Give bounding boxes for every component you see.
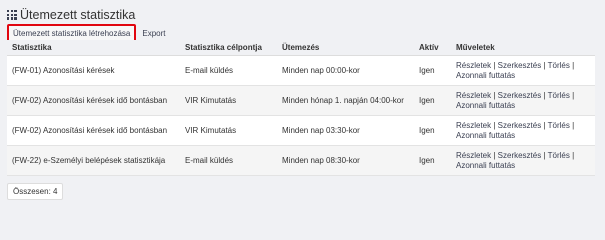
run-now-link[interactable]: Azonnali futtatás xyxy=(456,161,515,170)
total-count: Összesen: 4 xyxy=(7,183,64,200)
column-header-active[interactable]: Aktív xyxy=(414,40,451,56)
cell-schedule: Minden nap 03:30-kor xyxy=(277,115,414,146)
run-now-link[interactable]: Azonnali futtatás xyxy=(456,131,515,140)
cell-schedule: Minden nap 08:30-kor xyxy=(277,145,414,176)
page-title-text: Ütemezett statisztika xyxy=(20,8,136,22)
column-header-statistic[interactable]: Statisztika xyxy=(7,40,180,56)
edit-link[interactable]: Szerkesztés xyxy=(498,121,542,130)
delete-link[interactable]: Törlés xyxy=(548,61,570,70)
separator: | xyxy=(569,150,575,160)
edit-link[interactable]: Szerkesztés xyxy=(498,151,542,160)
cell-schedule: Minden hónap 1. napján 04:00-kor xyxy=(277,85,414,116)
cell-target: VIR Kimutatás xyxy=(180,85,277,116)
delete-link[interactable]: Törlés xyxy=(548,91,570,100)
column-header-target[interactable]: Statisztika célpontja xyxy=(180,40,277,56)
table-row: (FW-02) Azonosítási kérések idő bontásba… xyxy=(7,115,595,146)
cell-active: Igen xyxy=(414,85,451,116)
cell-target: E-mail küldés xyxy=(180,145,277,176)
table-row: (FW-02) Azonosítási kérések idő bontásba… xyxy=(7,85,595,116)
page-title: Ütemezett statisztika xyxy=(7,8,135,22)
table-header-row: Statisztika Statisztika célpontja Ütemez… xyxy=(7,40,595,56)
cell-statistic-name: (FW-02) Azonosítási kérések idő bontásba… xyxy=(7,85,180,116)
column-header-schedule[interactable]: Ütemezés xyxy=(277,40,414,56)
delete-link[interactable]: Törlés xyxy=(548,121,570,130)
cell-operations: Részletek | Szerkesztés | Törlés | Azonn… xyxy=(451,55,595,86)
table-row: (FW-22) e-Személyi belépések statisztiká… xyxy=(7,145,595,176)
cell-active: Igen xyxy=(414,115,451,146)
cell-operations: Részletek | Szerkesztés | Törlés | Azonn… xyxy=(451,145,595,176)
separator: | xyxy=(569,60,575,70)
export-link[interactable]: Export xyxy=(142,29,165,38)
cell-schedule: Minden nap 00:00-kor xyxy=(277,55,414,86)
cell-active: Igen xyxy=(414,55,451,86)
cell-statistic-name: (FW-01) Azonosítási kérések xyxy=(7,55,180,86)
cell-target: VIR Kimutatás xyxy=(180,115,277,146)
edit-link[interactable]: Szerkesztés xyxy=(498,91,542,100)
run-now-link[interactable]: Azonnali futtatás xyxy=(456,71,515,80)
cell-operations: Részletek | Szerkesztés | Törlés | Azonn… xyxy=(451,115,595,146)
cell-active: Igen xyxy=(414,145,451,176)
separator: | xyxy=(569,120,575,130)
separator: | xyxy=(569,90,575,100)
cell-target: E-mail küldés xyxy=(180,55,277,86)
edit-link[interactable]: Szerkesztés xyxy=(498,61,542,70)
details-link[interactable]: Részletek xyxy=(456,61,491,70)
run-now-link[interactable]: Azonnali futtatás xyxy=(456,101,515,110)
cell-operations: Részletek | Szerkesztés | Törlés | Azonn… xyxy=(451,85,595,116)
cell-statistic-name: (FW-02) Azonosítási kérések idő bontásba… xyxy=(7,115,180,146)
cell-statistic-name: (FW-22) e-Személyi belépések statisztiká… xyxy=(7,145,180,176)
statistics-table: Statisztika Statisztika célpontja Ütemez… xyxy=(7,40,595,176)
delete-link[interactable]: Törlés xyxy=(548,151,570,160)
table-row: (FW-01) Azonosítási kérések E-mail küldé… xyxy=(7,55,595,86)
column-header-operations: Műveletek xyxy=(451,40,595,56)
grid-icon xyxy=(7,10,17,20)
details-link[interactable]: Részletek xyxy=(456,121,491,130)
details-link[interactable]: Részletek xyxy=(456,91,491,100)
details-link[interactable]: Részletek xyxy=(456,151,491,160)
